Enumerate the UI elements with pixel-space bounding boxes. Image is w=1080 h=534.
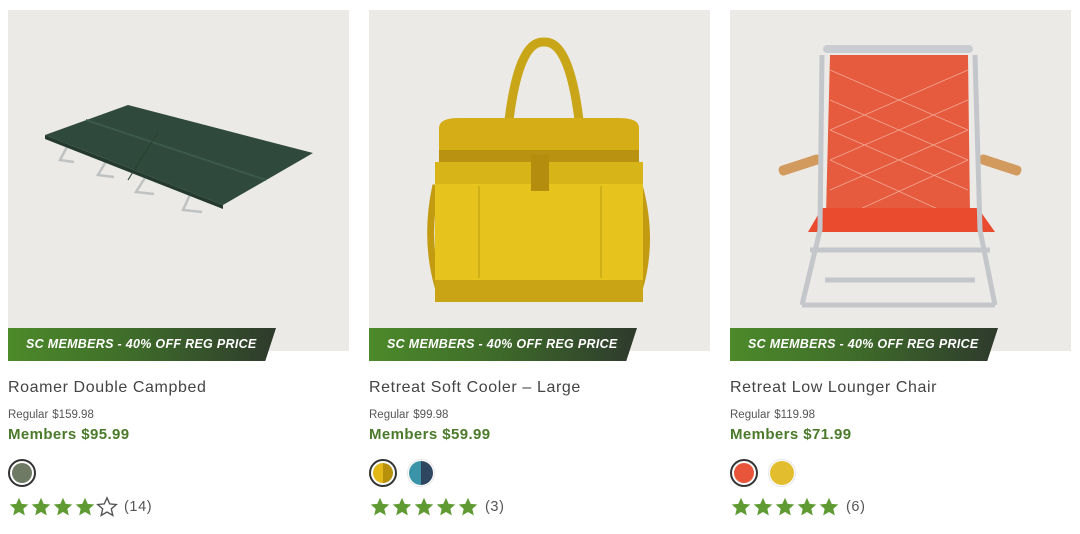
members-price: Members $59.99 — [369, 426, 491, 443]
regular-label: Regular — [8, 409, 49, 421]
members-price: Members $71.99 — [730, 426, 852, 443]
regular-price: Regular $119.98 — [730, 409, 815, 421]
review-count: (3) — [485, 499, 505, 515]
review-count: (6) — [846, 499, 866, 515]
campbed-illustration — [8, 10, 349, 351]
members-price: Members $95.99 — [8, 426, 130, 443]
product-title[interactable]: Retreat Low Lounger Chair — [730, 379, 937, 397]
star-filled-icon — [774, 496, 796, 518]
color-swatch[interactable] — [8, 459, 36, 487]
regular-label: Regular — [730, 409, 771, 421]
product-card[interactable]: SC MEMBERS - 40% OFF REG PRICE Roamer Do… — [8, 10, 349, 530]
color-swatch[interactable] — [730, 459, 758, 487]
regular-label: Regular — [369, 409, 410, 421]
badge-text: SC MEMBERS - 40% OFF REG PRICE — [748, 337, 979, 351]
star-filled-icon — [818, 496, 840, 518]
product-grid: SC MEMBERS - 40% OFF REG PRICE Roamer Do… — [0, 0, 1080, 534]
star-filled-icon — [796, 496, 818, 518]
star-filled-icon — [52, 496, 74, 518]
star-filled-icon — [457, 496, 479, 518]
star-filled-icon — [730, 496, 752, 518]
product-title[interactable]: Roamer Double Campbed — [8, 379, 206, 397]
star-filled-icon — [30, 496, 52, 518]
regular-price-value: $119.98 — [774, 409, 815, 421]
product-title[interactable]: Retreat Soft Cooler – Large — [369, 379, 581, 397]
star-filled-icon — [8, 496, 30, 518]
badge-text: SC MEMBERS - 40% OFF REG PRICE — [387, 337, 618, 351]
cooler-illustration — [369, 10, 710, 351]
member-discount-badge: SC MEMBERS - 40% OFF REG PRICE — [369, 328, 637, 361]
review-count: (14) — [124, 499, 153, 515]
star-rating[interactable]: (6) — [730, 496, 866, 518]
star-filled-icon — [391, 496, 413, 518]
regular-price: Regular $159.98 — [8, 409, 94, 421]
regular-price: Regular $99.98 — [369, 409, 448, 421]
product-image-chair[interactable] — [730, 10, 1071, 351]
product-card[interactable]: SC MEMBERS - 40% OFF REG PRICE Retreat S… — [369, 10, 710, 530]
star-rating[interactable]: (14) — [8, 496, 152, 518]
product-image-campbed[interactable] — [8, 10, 349, 351]
product-card[interactable]: SC MEMBERS - 40% OFF REG PRICE Retreat L… — [730, 10, 1071, 530]
star-filled-icon — [74, 496, 96, 518]
member-discount-badge: SC MEMBERS - 40% OFF REG PRICE — [730, 328, 998, 361]
member-discount-badge: SC MEMBERS - 40% OFF REG PRICE — [8, 328, 276, 361]
product-image-cooler[interactable] — [369, 10, 710, 351]
star-filled-icon — [435, 496, 457, 518]
star-empty-icon — [96, 496, 118, 518]
star-filled-icon — [369, 496, 391, 518]
badge-text: SC MEMBERS - 40% OFF REG PRICE — [26, 337, 257, 351]
star-filled-icon — [752, 496, 774, 518]
star-filled-icon — [413, 496, 435, 518]
regular-price-value: $159.98 — [52, 409, 94, 421]
chair-illustration — [730, 10, 1071, 351]
color-swatch[interactable] — [768, 459, 796, 487]
regular-price-value: $99.98 — [413, 409, 449, 421]
color-swatch[interactable] — [407, 459, 435, 487]
color-swatch[interactable] — [369, 459, 397, 487]
star-rating[interactable]: (3) — [369, 496, 505, 518]
